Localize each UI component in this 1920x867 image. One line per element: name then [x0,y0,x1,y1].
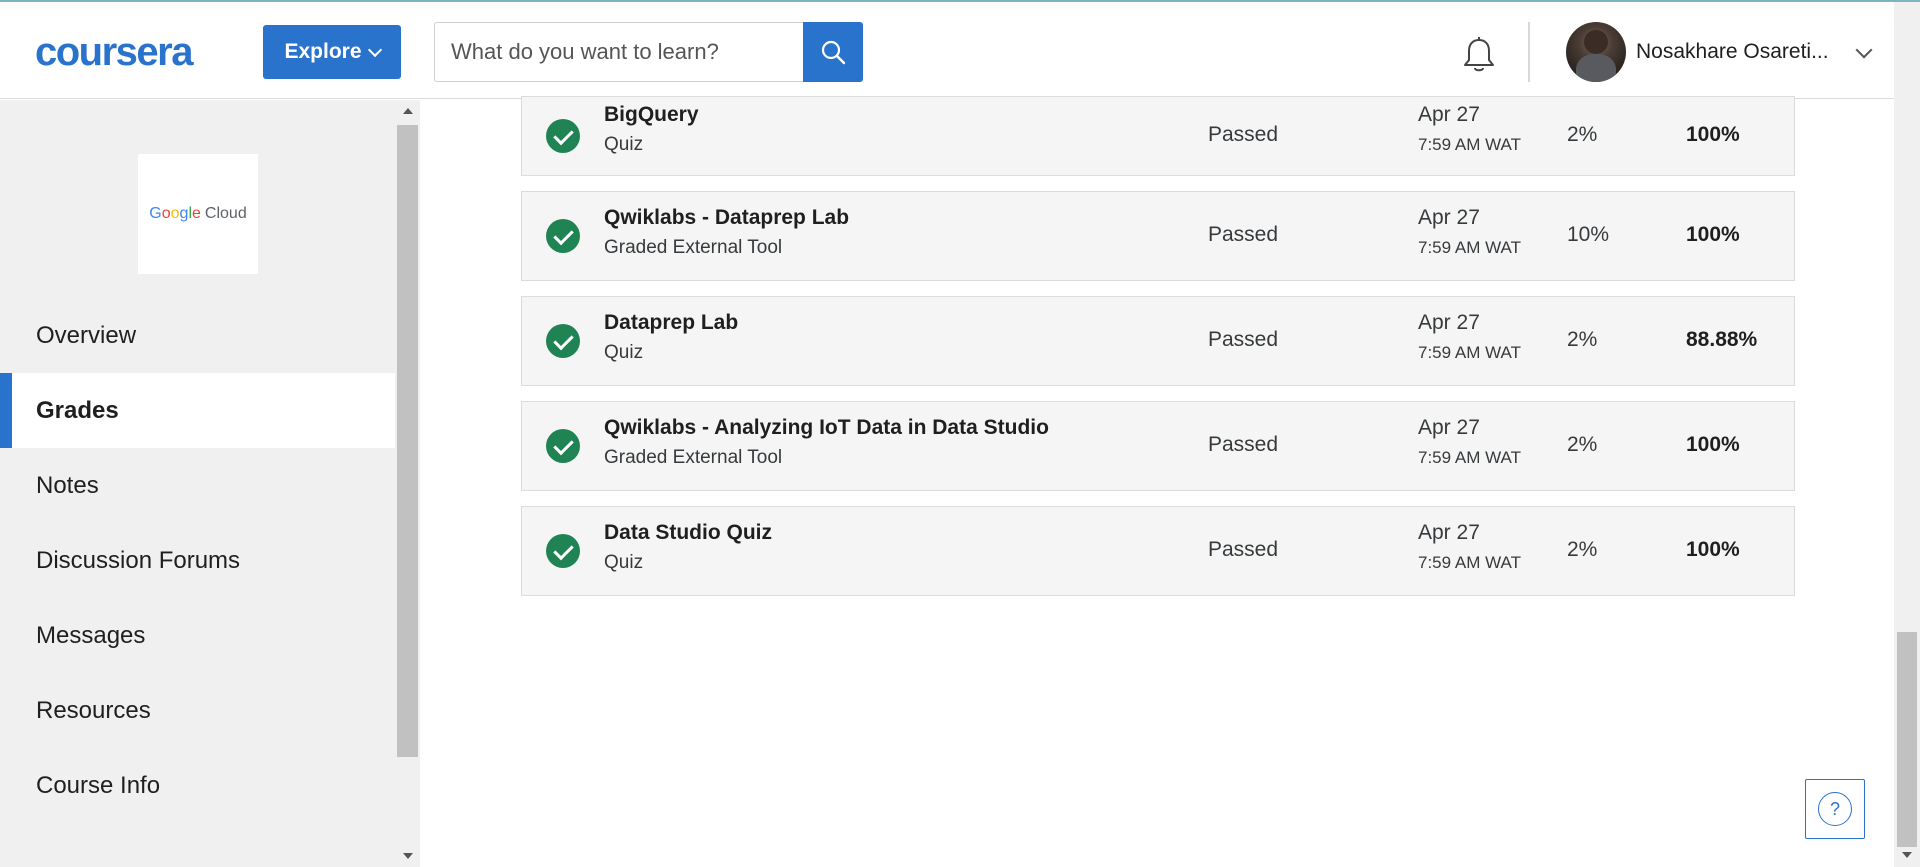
sidebar-item-notes[interactable]: Notes [0,448,395,523]
sidebar-item-grades[interactable]: Grades [0,373,395,448]
item-status: Passed [1208,328,1279,351]
item-due-time: 7:59 AM WAT [1418,135,1521,154]
item-title[interactable]: BigQuery [604,103,699,127]
avatar[interactable] [1566,22,1626,82]
item-weight: 2% [1567,538,1598,561]
item-status: Passed [1208,123,1279,146]
item-title[interactable]: Qwiklabs - Dataprep Lab [604,206,849,230]
check-circle-icon [546,534,580,568]
item-type: Graded External Tool [604,447,783,468]
sidebar-item-messages[interactable]: Messages [0,598,395,673]
google-cloud-logo: Go o g l e Cloud [138,154,258,274]
item-grade: 100% [1686,433,1740,456]
grades-list: BigQuery Quiz Passed Apr 27 7:59 AM WAT … [521,96,1795,611]
sidebar-item-resources[interactable]: Resources [0,673,395,748]
item-weight: 2% [1567,328,1598,351]
sidebar-scrollbar-thumb[interactable] [397,125,418,757]
sidebar-item-overview[interactable]: Overview [0,298,395,373]
check-circle-icon [546,119,580,153]
help-button[interactable]: ? [1805,779,1865,839]
item-due-date: Apr 27 [1418,103,1480,126]
top-navigation-bar: coursera Explore Nosakhare Osareti... [0,2,1894,99]
item-due-date: Apr 27 [1418,521,1480,544]
item-title[interactable]: Data Studio Quiz [604,521,772,545]
item-type: Graded External Tool [604,237,783,258]
item-status: Passed [1208,538,1279,561]
scroll-up-arrow-icon[interactable] [403,108,413,114]
user-name[interactable]: Nosakhare Osareti... [1636,40,1829,64]
item-due-date: Apr 27 [1418,311,1480,334]
page-scrollbar-thumb[interactable] [1897,632,1917,847]
page-scrollbar[interactable] [1894,2,1920,867]
chevron-down-icon[interactable] [1855,41,1873,59]
item-title[interactable]: Dataprep Lab [604,311,738,335]
item-due-time: 7:59 AM WAT [1418,553,1521,572]
item-grade: 100% [1686,538,1740,561]
sidebar-scrollbar[interactable] [395,100,420,867]
chevron-down-icon [367,42,382,57]
search-input[interactable] [435,23,804,81]
item-due-date: Apr 27 [1418,206,1480,229]
coursera-logo[interactable]: coursera [35,32,227,72]
grade-row[interactable]: Qwiklabs - Analyzing IoT Data in Data St… [521,401,1795,491]
sidebar-nav: Overview Grades Notes Discussion Forums … [0,298,395,823]
check-circle-icon [546,324,580,358]
svg-text:coursera: coursera [35,32,194,72]
item-grade: 100% [1686,223,1740,246]
explore-label: Explore [284,40,362,63]
check-circle-icon [546,429,580,463]
sidebar-item-discussion-forums[interactable]: Discussion Forums [0,523,395,598]
search-button[interactable] [803,22,863,82]
item-status: Passed [1208,433,1279,456]
item-due-time: 7:59 AM WAT [1418,238,1521,257]
check-circle-icon [546,219,580,253]
item-title[interactable]: Qwiklabs - Analyzing IoT Data in Data St… [604,416,1049,440]
item-due-time: 7:59 AM WAT [1418,343,1521,362]
grade-row[interactable]: Dataprep Lab Quiz Passed Apr 27 7:59 AM … [521,296,1795,386]
bell-icon[interactable] [1459,35,1499,75]
course-sidebar: Go o g l e Cloud Overview Grades Notes Discus… [0,100,395,867]
search-icon [821,40,846,65]
grade-row[interactable]: BigQuery Quiz Passed Apr 27 7:59 AM WAT … [521,96,1795,176]
item-weight: 10% [1567,223,1610,246]
item-type: Quiz [604,134,644,155]
item-grade: 100% [1686,123,1740,146]
scroll-down-arrow-icon[interactable] [1902,852,1912,858]
item-type: Quiz [604,552,644,573]
help-icon: ? [1818,792,1852,826]
explore-button[interactable]: Explore [263,25,401,79]
scroll-down-arrow-icon[interactable] [403,853,413,859]
item-due-date: Apr 27 [1418,416,1480,439]
item-due-time: 7:59 AM WAT [1418,448,1521,467]
header-divider [1528,22,1530,82]
item-grade: 88.88% [1686,328,1758,351]
item-type: Quiz [604,342,644,363]
grade-row[interactable]: Qwiklabs - Dataprep Lab Graded External … [521,191,1795,281]
sidebar-item-course-info[interactable]: Course Info [0,748,395,823]
grade-row[interactable]: Data Studio Quiz Quiz Passed Apr 27 7:59… [521,506,1795,596]
item-weight: 2% [1567,123,1598,146]
search-field[interactable] [434,22,804,82]
item-status: Passed [1208,223,1279,246]
item-weight: 2% [1567,433,1598,456]
